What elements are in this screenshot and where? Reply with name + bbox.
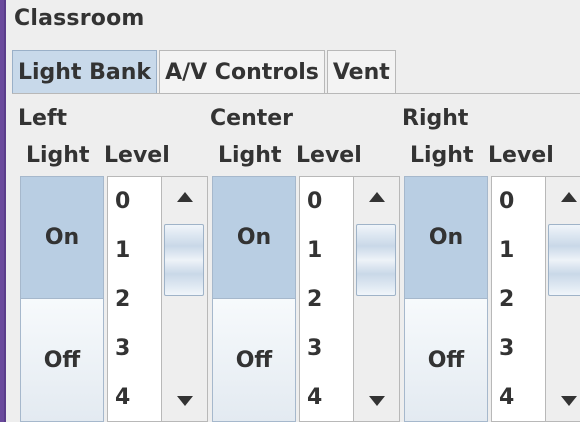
- level-option[interactable]: 0: [300, 177, 353, 226]
- level-option[interactable]: 4: [300, 373, 353, 422]
- on-button[interactable]: On: [405, 177, 487, 299]
- scroll-up-button[interactable]: [354, 177, 399, 217]
- tab-vent[interactable]: Vent: [326, 50, 396, 94]
- triangle-down-icon: [368, 396, 385, 406]
- tab-strip: Light Bank A/V Controls Vent: [12, 48, 398, 94]
- light-column-label: Light: [410, 143, 474, 168]
- scroll-down-button[interactable]: [354, 381, 399, 421]
- scroll-up-button[interactable]: [162, 177, 207, 217]
- level-column-label: Level: [296, 143, 362, 168]
- bank-title: Left: [18, 106, 68, 131]
- light-column-label: Light: [26, 143, 90, 168]
- off-button[interactable]: Off: [21, 299, 103, 421]
- scroll-thumb[interactable]: [164, 224, 204, 296]
- triangle-up-icon: [560, 192, 577, 202]
- scroll-down-button[interactable]: [162, 381, 207, 421]
- level-list[interactable]: 0 1 2 3 4: [491, 176, 546, 422]
- scroll-up-button[interactable]: [546, 177, 580, 217]
- triangle-up-icon: [176, 192, 193, 202]
- level-option[interactable]: 1: [492, 226, 545, 275]
- on-button[interactable]: On: [213, 177, 295, 299]
- level-option[interactable]: 0: [492, 177, 545, 226]
- level-list[interactable]: 0 1 2 3 4: [299, 176, 354, 422]
- light-toggle: On Off: [212, 176, 296, 422]
- light-bank-panel: Left Light Level On Off 0 1 2 3 4 Center: [12, 93, 580, 422]
- light-toggle: On Off: [20, 176, 104, 422]
- tab-av-controls[interactable]: A/V Controls: [159, 50, 325, 94]
- triangle-down-icon: [560, 396, 577, 406]
- level-option[interactable]: 2: [300, 275, 353, 324]
- level-option[interactable]: 4: [108, 373, 161, 422]
- level-option[interactable]: 1: [300, 226, 353, 275]
- level-option[interactable]: 3: [108, 324, 161, 373]
- level-option[interactable]: 1: [108, 226, 161, 275]
- on-button[interactable]: On: [21, 177, 103, 299]
- scroll-thumb[interactable]: [548, 224, 580, 296]
- level-option[interactable]: 2: [108, 275, 161, 324]
- level-scrollbar[interactable]: [354, 176, 400, 422]
- level-option[interactable]: 4: [492, 373, 545, 422]
- level-column-label: Level: [104, 143, 170, 168]
- window-title: Classroom: [14, 6, 145, 31]
- level-column-label: Level: [488, 143, 554, 168]
- level-list[interactable]: 0 1 2 3 4: [107, 176, 162, 422]
- triangle-up-icon: [368, 192, 385, 202]
- light-column-label: Light: [218, 143, 282, 168]
- level-option[interactable]: 3: [492, 324, 545, 373]
- bank-left: Left Light Level On Off 0 1 2 3 4: [12, 103, 208, 422]
- level-scrollbar[interactable]: [162, 176, 208, 422]
- level-option[interactable]: 3: [300, 324, 353, 373]
- bank-right: Right Light Level On Off 0 1 2 3 4: [396, 103, 580, 422]
- level-scrollbar[interactable]: [546, 176, 580, 422]
- classroom-window: Classroom Light Bank A/V Controls Vent L…: [4, 0, 580, 422]
- light-toggle: On Off: [404, 176, 488, 422]
- level-option[interactable]: 0: [108, 177, 161, 226]
- off-button[interactable]: Off: [213, 299, 295, 421]
- off-button[interactable]: Off: [405, 299, 487, 421]
- bank-center: Center Light Level On Off 0 1 2 3 4: [204, 103, 400, 422]
- level-option[interactable]: 2: [492, 275, 545, 324]
- scroll-thumb[interactable]: [356, 224, 396, 296]
- bank-title: Right: [402, 106, 469, 131]
- scroll-down-button[interactable]: [546, 381, 580, 421]
- bank-title: Center: [210, 106, 294, 131]
- tab-light-bank[interactable]: Light Bank: [12, 50, 158, 94]
- triangle-down-icon: [176, 396, 193, 406]
